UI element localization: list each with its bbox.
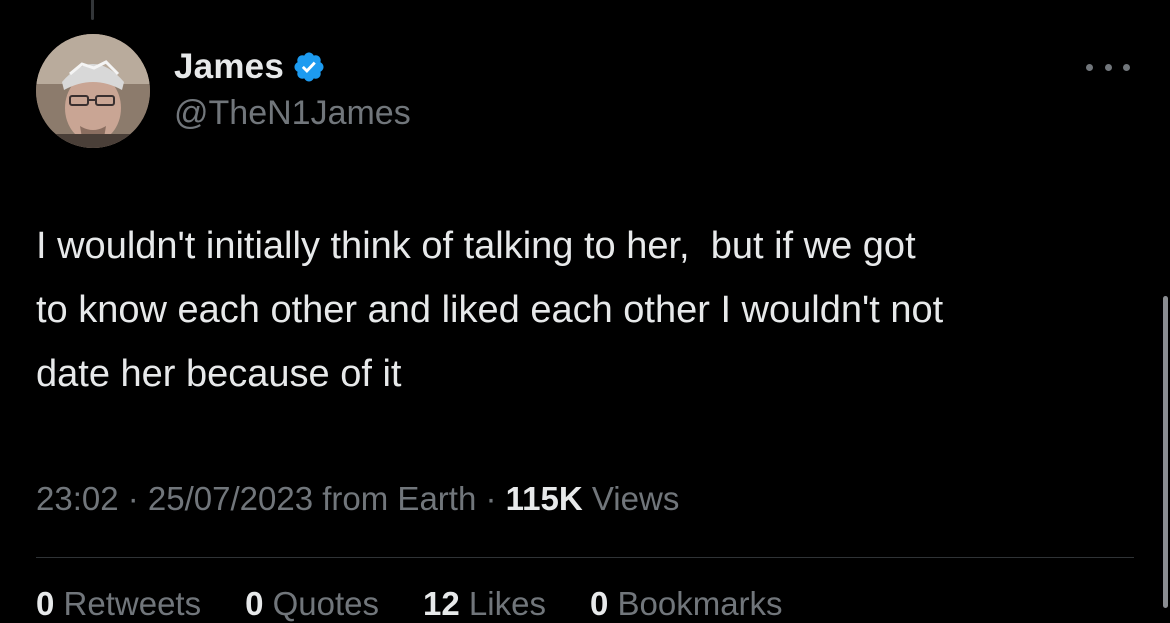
scrollbar[interactable] [1163,296,1168,608]
stat-label: Bookmarks [617,585,783,622]
stat-bookmarks[interactable]: 0 Bookmarks [590,585,783,623]
stat-label: Quotes [272,585,380,622]
author-name-row[interactable]: James [174,44,326,90]
tweet-source: from Earth [322,480,477,517]
stat-quotes[interactable]: 0 Quotes [245,585,379,623]
thread-connector-line [91,0,94,20]
verified-badge-icon [292,50,326,84]
profile-photo-icon [36,34,150,148]
author-handle[interactable]: @TheN1James [174,94,411,133]
stat-number: 12 [423,585,460,622]
avatar[interactable] [36,34,150,148]
stat-likes[interactable]: 12 Likes [423,585,546,623]
stat-retweets[interactable]: 0 Retweets [36,585,201,623]
meta-separator: · [476,480,506,517]
more-dot-icon [1104,63,1112,71]
divider [36,557,1134,558]
views-count[interactable]: 115K [506,480,583,518]
tweet-text: I wouldn't initially think of talking to… [36,225,944,395]
tweet-time[interactable]: 23:02 [36,480,119,518]
stat-number: 0 [589,585,609,622]
more-options-button[interactable] [1086,54,1130,80]
meta-separator: · [118,480,148,517]
stat-number: 0 [245,585,264,622]
views-label[interactable]: Views [592,480,679,518]
tweet-date[interactable]: 25/07/2023 [148,480,313,518]
author-display-name[interactable]: James [174,47,284,87]
meta-space [313,480,322,518]
stat-number: 0 [36,585,55,622]
stat-label: Retweets [63,585,202,622]
more-dot-icon [1123,63,1130,71]
more-dot-icon [1086,63,1093,71]
meta-space [583,480,592,518]
engagement-stats-row: 0 Retweets 0 Quotes 12 Likes 0 Bookmarks [36,585,827,623]
tweet-meta-row: 23:02 · 25/07/2023 from Earth · 115K Vie… [36,480,679,518]
stat-label: Likes [468,585,546,622]
